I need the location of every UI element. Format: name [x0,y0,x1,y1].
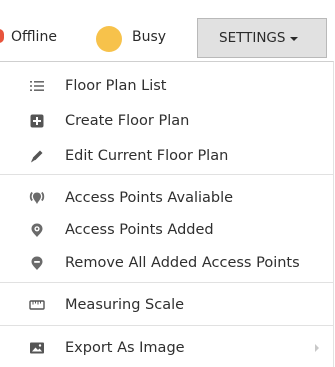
menu-item-measuring-scale[interactable]: Measuring Scale [0,290,333,320]
settings-dropdown-button[interactable]: SETTINGS [197,18,327,58]
menu-item-access-points-available[interactable]: Access Points Avaliable [0,183,333,213]
pencil-icon [29,148,45,164]
image-icon [29,340,45,356]
access-point-icon [29,190,45,206]
menu-item-label: Measuring Scale [65,297,185,313]
menu-divider [0,325,333,326]
offline-status-option[interactable]: Offline [11,29,57,45]
offline-status-dot [0,29,4,43]
list-icon [29,78,45,94]
access-point-remove-icon [29,255,45,271]
menu-item-create-floor-plan[interactable]: Create Floor Plan [0,106,333,136]
menu-item-label: Export As Image [65,340,185,356]
settings-dropdown-menu: Floor Plan List Create Floor Plan Edit C… [0,61,334,367]
menu-item-label: Access Points Avaliable [65,190,234,206]
menu-item-label: Edit Current Floor Plan [65,148,229,164]
menu-item-access-points-added[interactable]: Access Points Added [0,215,333,245]
menu-divider [0,282,333,283]
menu-item-label: Access Points Added [65,222,214,238]
menu-item-edit-current-floor-plan[interactable]: Edit Current Floor Plan [0,141,333,171]
menu-divider [0,174,333,175]
page: Offline Busy SETTINGS Floor Plan List Cr… [0,0,335,367]
menu-item-label: Create Floor Plan [65,113,190,129]
menu-item-export-as-image[interactable]: Export As Image [0,333,333,363]
busy-status-dot [96,26,122,52]
menu-item-remove-all-added-access-points[interactable]: Remove All Added Access Points [0,248,333,278]
busy-status-option[interactable]: Busy [132,29,166,45]
chevron-right-icon [315,344,319,352]
ruler-icon [29,297,45,313]
menu-item-floor-plan-list[interactable]: Floor Plan List [0,71,333,101]
settings-button-label: SETTINGS [219,30,286,46]
menu-item-label: Remove All Added Access Points [65,255,300,271]
plus-square-icon [29,113,45,129]
access-point-added-icon [29,222,45,238]
caret-down-icon [290,37,299,41]
status-bar: Offline Busy SETTINGS [0,0,335,61]
menu-item-label: Floor Plan List [65,78,167,94]
